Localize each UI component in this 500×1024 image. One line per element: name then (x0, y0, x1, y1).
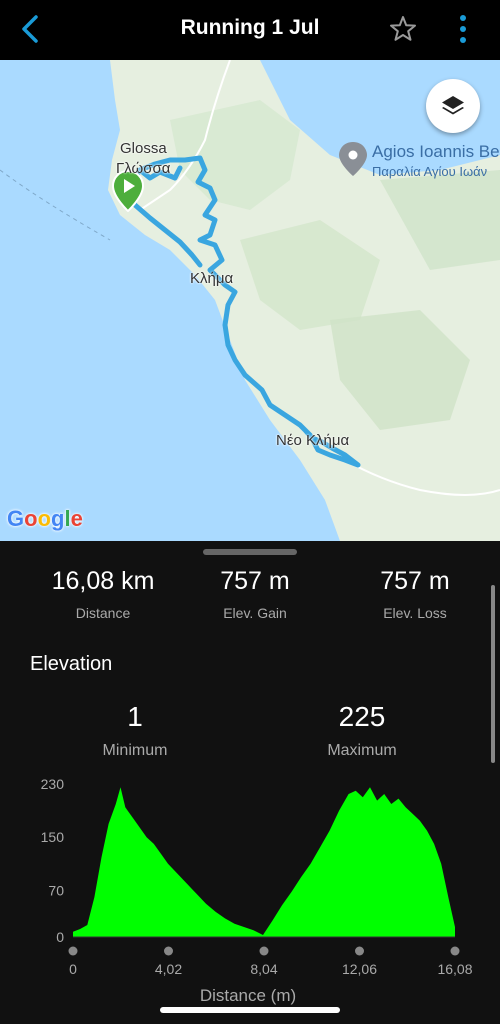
x-tick-label: 12,06 (342, 961, 377, 977)
x-tick-label: 0 (69, 961, 77, 977)
star-outline-icon (390, 16, 416, 41)
y-tick-label: 0 (56, 929, 64, 945)
map-poi-subtitle: Παραλία Αγίου Ιωάν (372, 164, 488, 179)
x-tick-label: 16,08 (437, 961, 472, 977)
map-label-glossa-greek: Γλώσσα (116, 160, 171, 177)
home-indicator[interactable] (160, 1007, 340, 1013)
elevation-chart[interactable]: 0 70 150 230 0 4,02 8,04 12,06 16,08 Distance (m) (0, 771, 500, 1011)
elevation-maximum-value: 225 (338, 701, 386, 732)
map-poi-title[interactable]: Agios Ioannis Be (372, 142, 500, 162)
more-options-button[interactable] (448, 12, 478, 46)
stats-sheet: 16,08 km Distance 757 m Elev. Gain 757 m… (0, 541, 500, 1024)
more-vertical-icon (460, 15, 466, 43)
route-map[interactable]: Glossa Γλώσσα Κλήμα Νέο Κλήμα Agios Ioan… (0, 60, 500, 541)
distance-label: Distance (75, 605, 131, 621)
elev-loss-value: 757 m (380, 567, 450, 595)
map-label-neo-klima: Νέο Κλήμα (276, 432, 350, 449)
elev-loss-label: Elev. Loss (383, 605, 447, 621)
elevation-title: Elevation (30, 653, 113, 675)
x-tick-dot (355, 946, 364, 956)
x-tick-dot (164, 946, 173, 956)
elevation-minimum-value: 1 (127, 701, 143, 732)
y-tick-label: 70 (48, 882, 64, 898)
distance-value: 16,08 km (51, 567, 155, 595)
elev-gain-label: Elev. Gain (223, 605, 287, 621)
google-logo: Google (7, 506, 83, 531)
x-tick-label: 8,04 (250, 961, 277, 977)
y-tick-label: 150 (41, 829, 65, 845)
x-tick-label: 4,02 (155, 961, 182, 977)
map-layers-button[interactable] (426, 79, 480, 133)
map-background (0, 60, 500, 541)
favorite-button[interactable] (386, 12, 420, 46)
top-bar: Running 1 Jul (0, 0, 500, 60)
page-title: Running 1 Jul (180, 16, 320, 39)
y-tick-label: 230 (41, 776, 65, 792)
x-axis-title: Distance (m) (200, 986, 296, 1005)
elev-gain-value: 757 m (220, 567, 290, 595)
sheet-drag-handle[interactable] (203, 549, 297, 555)
elevation-maximum-label: Maximum (327, 742, 397, 759)
map-label-klima: Κλήμα (190, 270, 234, 287)
x-tick-dot (259, 946, 269, 956)
elevation-minimum-label: Minimum (102, 742, 168, 759)
x-tick-dot (450, 946, 460, 956)
layers-icon (442, 96, 464, 115)
elevation-area-series (73, 787, 455, 937)
map-label-glossa: Glossa (120, 140, 167, 157)
x-tick-dot (68, 946, 78, 956)
